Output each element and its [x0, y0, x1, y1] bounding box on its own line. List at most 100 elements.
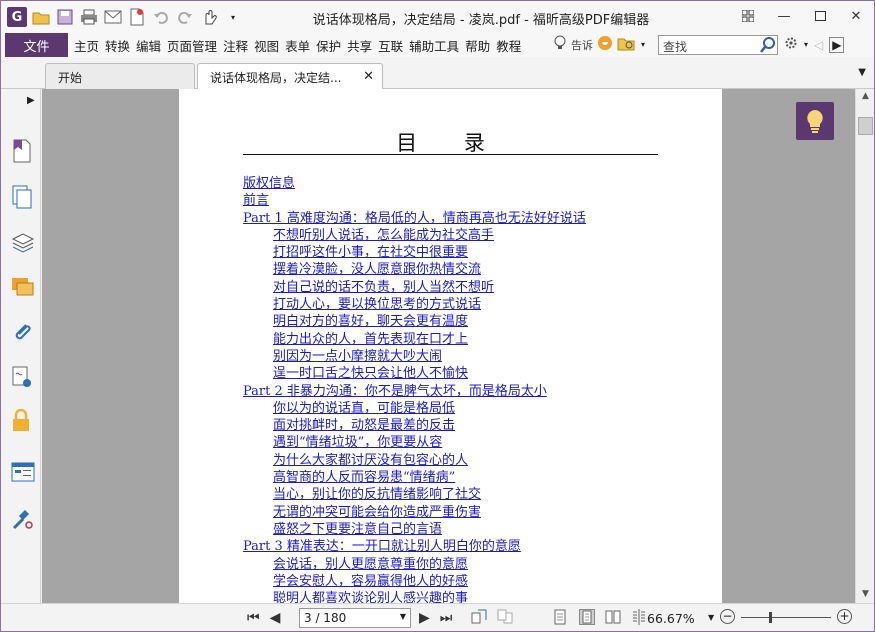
signature-icon[interactable] — [11, 365, 35, 389]
toc-section-link[interactable]: 明白对方的喜好，聊天会更有温度 — [243, 313, 663, 330]
attachment-icon[interactable] — [11, 321, 35, 345]
toc-section-link[interactable]: 为什么大家都讨厌没有包容心的人 — [243, 452, 663, 469]
file-menu-button[interactable]: 文件 — [5, 33, 68, 57]
new-document-icon[interactable] — [127, 7, 147, 27]
scroll-up-arrow-icon[interactable]: ▲ — [859, 91, 872, 103]
undo-icon[interactable] — [151, 7, 171, 27]
toc-section-link[interactable]: 遇到“情绪垃圾”，你更要从容 — [243, 434, 663, 451]
toc-section-link[interactable]: 别因为一点小摩擦就大吵大闹 — [243, 348, 663, 365]
ribbon-scroll-left-icon[interactable]: ◁ — [814, 38, 823, 52]
menu-item-home[interactable]: 主页 — [71, 36, 102, 55]
menu-item-view[interactable]: 视图 — [251, 36, 282, 55]
email-icon[interactable] — [103, 7, 123, 27]
content-tools-icon[interactable] — [11, 507, 35, 531]
settings-gear-icon[interactable] — [784, 36, 798, 53]
document-viewport[interactable]: 目 录 版权信息 前言 Part 1 高难度沟通：格局低的人，情商再高也无法好好说话… — [42, 89, 855, 603]
tab-document[interactable]: 说话体现格局，决定结... ✕ — [197, 63, 383, 89]
tab-start[interactable]: 开始 — [45, 63, 195, 89]
toc-section-link[interactable]: 你以为的说话直，可能是格局低 — [243, 400, 663, 417]
comments-icon[interactable] — [11, 277, 35, 301]
toc-section-link[interactable]: 当心，别让你的反抗情绪影响了社交 — [243, 486, 663, 503]
toc-chapter-link[interactable]: 版权信息 — [243, 175, 663, 192]
menu-item-protect[interactable]: 保护 — [313, 36, 344, 55]
zoom-out-icon[interactable]: − — [720, 609, 735, 624]
page-dropdown-icon[interactable]: ▼ — [400, 612, 406, 621]
minimize-button[interactable]: — — [766, 1, 802, 31]
continuous-facing-view-icon[interactable] — [631, 609, 647, 625]
smart-tips-lightbulb-icon[interactable] — [796, 102, 834, 140]
menu-item-edit[interactable]: 编辑 — [133, 36, 164, 55]
previous-page-icon[interactable]: ◀ — [270, 610, 281, 626]
tab-list-dropdown-icon[interactable]: ▼ — [858, 67, 866, 78]
search-icon[interactable] — [759, 36, 777, 54]
tell-me-label[interactable]: 告诉 — [571, 37, 593, 53]
toc-chapter-link[interactable]: Part 3 精准表达：一开口就让别人明白你的意愿 — [243, 538, 663, 555]
toc-section-link[interactable]: 无谓的冲突可能会给你造成严重伤害 — [243, 504, 663, 521]
zoom-slider-handle[interactable] — [769, 612, 772, 623]
scrollbar-thumb[interactable] — [858, 117, 873, 135]
save-icon[interactable] — [55, 7, 75, 27]
redo-icon[interactable] — [175, 7, 195, 27]
zoom-level[interactable]: 66.67% — [647, 611, 695, 626]
vertical-scrollbar[interactable]: ▲ ▼ — [855, 89, 874, 603]
print-icon[interactable] — [79, 7, 99, 27]
zoom-slider-track[interactable] — [741, 617, 831, 618]
toc-section-link[interactable]: 打招呼这件小事，在社交中很重要 — [243, 244, 663, 261]
toc-section-link[interactable]: 盛怒之下更要注意自己的言语 — [243, 521, 663, 538]
menu-item-accessibility[interactable]: 辅助工具 — [406, 36, 462, 55]
zoom-dropdown-icon[interactable]: ▼ — [708, 613, 714, 622]
close-button[interactable]: ✕ — [838, 1, 874, 31]
menu-item-organize[interactable]: 页面管理 — [164, 36, 220, 55]
find-dropdown-icon[interactable]: ▾ — [641, 40, 645, 49]
zoom-in-icon[interactable]: + — [837, 609, 852, 624]
facing-view-icon[interactable] — [605, 609, 621, 625]
feedback-icon[interactable] — [597, 35, 613, 54]
restore-button[interactable] — [802, 1, 838, 31]
page-number-field[interactable]: 3 / 180 ▼ — [299, 608, 411, 628]
toc-chapter-link[interactable]: Part 2 非暴力沟通：你不是脾气太坏，而是格局太小 — [243, 383, 663, 400]
find-folder-icon[interactable] — [617, 35, 637, 54]
toc-section-link[interactable]: 不想听别人说话，怎么能成为社交高手 — [243, 227, 663, 244]
menu-item-share[interactable]: 共享 — [344, 36, 375, 55]
bookmark-icon[interactable] — [11, 139, 35, 163]
toc-section-link[interactable]: 对自己说的话不负责，别人当然不想听 — [243, 279, 663, 296]
page-thumbnails-icon[interactable] — [11, 185, 35, 209]
toc-chapter-link[interactable]: Part 1 高难度沟通：格局低的人，情商再高也无法好好说话 — [243, 210, 663, 227]
customize-toolbar-icon[interactable]: ▾ — [223, 7, 243, 27]
toc-section-link[interactable]: 会说话，别人更愿意尊重你的意愿 — [243, 556, 663, 573]
form-fields-icon[interactable] — [11, 461, 35, 485]
next-page-icon[interactable]: ▶ — [419, 610, 430, 626]
first-page-icon[interactable]: ⏮ — [247, 610, 260, 626]
expand-panel-icon[interactable]: ▶ — [27, 95, 35, 106]
layout-grid-icon[interactable] — [730, 1, 766, 31]
open-folder-icon[interactable] — [31, 7, 51, 27]
layers-icon[interactable] — [11, 231, 35, 255]
menu-item-form[interactable]: 表单 — [282, 36, 313, 55]
security-lock-icon[interactable] — [11, 408, 35, 433]
previous-view-icon[interactable] — [471, 609, 487, 625]
menu-item-tutorial[interactable]: 教程 — [493, 36, 524, 55]
toc-section-link[interactable]: 摆着冷漠脸，没人愿意跟你热情交流 — [243, 261, 663, 278]
app-logo-icon[interactable]: G — [7, 7, 27, 27]
continuous-view-icon[interactable] — [579, 609, 595, 625]
last-page-icon[interactable]: ⏭ — [440, 610, 453, 626]
toc-section-link[interactable]: 打动人心，要以换位思考的方式说话 — [243, 296, 663, 313]
hand-tool-icon[interactable] — [199, 7, 219, 27]
tab-close-icon[interactable]: ✕ — [363, 69, 374, 84]
menu-item-connect[interactable]: 互联 — [375, 36, 406, 55]
menu-item-comment[interactable]: 注释 — [220, 36, 251, 55]
single-page-view-icon[interactable] — [553, 609, 569, 625]
menu-item-help[interactable]: 帮助 — [462, 36, 493, 55]
toc-section-link[interactable]: 面对挑衅时，动怒是最差的反击 — [243, 417, 663, 434]
toc-section-link[interactable]: 高智商的人反而容易患“情绪病” — [243, 469, 663, 486]
toc-chapter-link[interactable]: 前言 — [243, 192, 663, 209]
next-view-icon[interactable] — [497, 609, 513, 625]
ribbon-scroll-right-icon[interactable]: ▶ — [829, 36, 845, 53]
settings-dropdown-icon[interactable]: ▾ — [804, 40, 808, 49]
toc-section-link[interactable]: 逞一时口舌之快只会让他人不愉快 — [243, 365, 663, 382]
scroll-down-arrow-icon[interactable]: ▼ — [859, 589, 872, 601]
toc-section-link[interactable]: 能力出众的人，首先表现在口才上 — [243, 331, 663, 348]
toc-section-link[interactable]: 学会安慰人，容易赢得他人的好感 — [243, 573, 663, 590]
menu-item-convert[interactable]: 转换 — [102, 36, 133, 55]
lightbulb-icon[interactable] — [553, 35, 567, 54]
